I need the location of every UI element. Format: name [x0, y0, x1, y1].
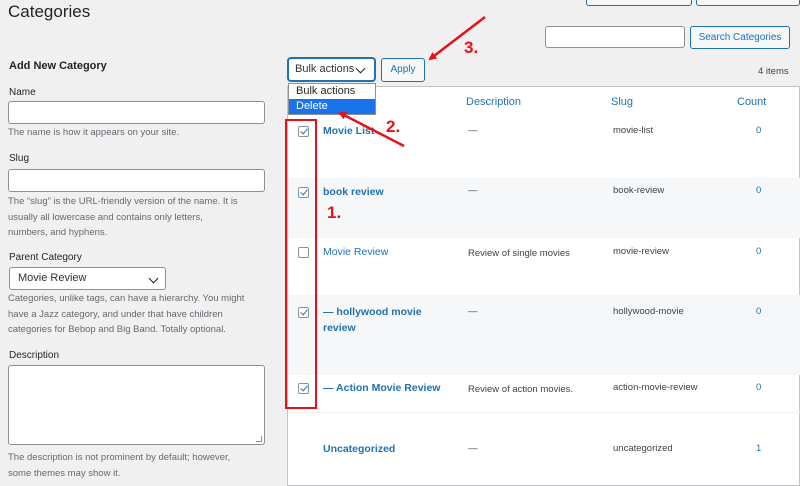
annotation-arrows [338, 16, 486, 148]
arrow-to-delete [338, 111, 405, 148]
arrow-to-apply [428, 16, 486, 61]
